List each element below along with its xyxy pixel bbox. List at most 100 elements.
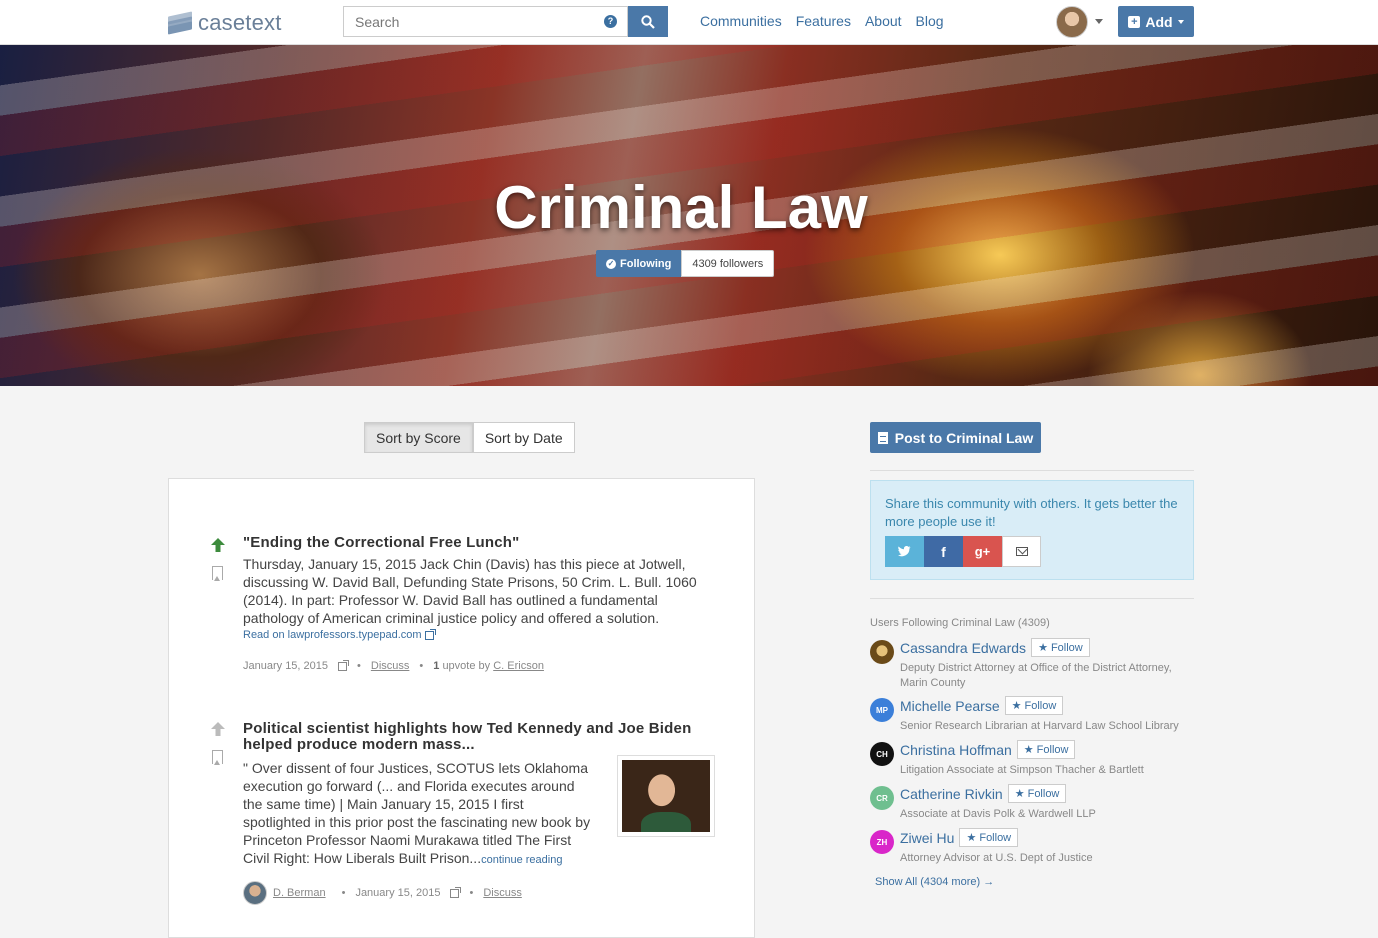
sort-by-score-button[interactable]: Sort by Score [364, 422, 473, 453]
star-icon: ★ [1023, 744, 1034, 756]
discuss-link[interactable]: Discuss [371, 660, 410, 672]
divider [870, 470, 1194, 471]
post-feed: "Ending the Correctional Free Lunch" Thu… [168, 478, 755, 938]
email-icon [1015, 547, 1028, 556]
follower-name[interactable]: Catherine Rivkin [900, 786, 1003, 802]
follow-button[interactable]: ★ Follow [1016, 740, 1076, 759]
follower-initials: CR [876, 793, 888, 803]
meta-separator: • [357, 660, 361, 672]
discuss-link[interactable]: Discuss [483, 887, 522, 899]
post-meta: January 15, 2015 • Discuss • 1 upvote by… [243, 659, 718, 672]
sort-toggle: Sort by Score Sort by Date [364, 422, 575, 453]
follow-button[interactable]: ★ Follow [1031, 638, 1090, 657]
follower-description: Deputy District Attorney at Office of th… [900, 662, 1172, 689]
following-button[interactable]: ✓ Following [596, 250, 682, 277]
meta-separator: • [469, 887, 474, 899]
nav-features[interactable]: Features [796, 13, 851, 29]
share-google-plus-button[interactable]: g+ [963, 536, 1002, 567]
upvoter-link[interactable]: C. Ericson [493, 660, 544, 672]
following-label: Following [620, 257, 672, 270]
document-icon [877, 431, 888, 444]
search-button[interactable] [628, 6, 668, 37]
post-to-community-label: Post to Criminal Law [894, 429, 1034, 446]
nav-about[interactable]: About [865, 13, 902, 29]
follower-name[interactable]: Michelle Pearse [900, 698, 1000, 714]
follower-name-row: Christina Hoffman ★ Follow [900, 740, 1076, 759]
help-icon[interactable]: ? [604, 15, 617, 28]
upvote-arrow-icon[interactable] [209, 721, 227, 737]
share-panel: Share this community with others. It get… [870, 480, 1194, 580]
follow-button[interactable]: ★ Follow [1007, 784, 1067, 803]
external-link-icon[interactable] [338, 659, 350, 671]
post-date: January 15, 2015 [243, 660, 329, 672]
share-message: Share this community with others. It get… [885, 496, 1178, 529]
continue-reading-link[interactable]: continue reading [481, 854, 562, 866]
follower-initials: CH [876, 749, 888, 759]
post-excerpt: " Over dissent of four Justices, SCOTUS … [243, 759, 593, 869]
follower-description: Attorney Advisor at U.S. Dept of Justice [900, 852, 1093, 864]
nav-blog[interactable]: Blog [916, 13, 944, 29]
twitter-icon [898, 546, 911, 557]
follower-avatar[interactable]: ZH [870, 830, 894, 854]
chevron-down-icon [1177, 19, 1184, 24]
upvote-by-label: upvote by [442, 660, 491, 672]
author-link[interactable]: D. Berman [273, 887, 326, 899]
post-to-community-button[interactable]: Post to Criminal Law [870, 422, 1041, 453]
search-input[interactable] [344, 7, 627, 36]
meta-separator: • [419, 660, 424, 672]
meta-separator: • [341, 887, 346, 899]
upvote-arrow-icon[interactable] [209, 537, 227, 553]
show-all-followers-link[interactable]: Show All (4304 more) → [875, 876, 994, 888]
plus-icon: + [1128, 15, 1141, 28]
star-icon: ★ [1014, 788, 1025, 800]
follower-description: Associate at Davis Polk & Wardwell LLP [900, 808, 1096, 820]
read-source-label: Read on lawprofessors.typepad.com [243, 629, 422, 641]
read-source-link[interactable]: Read on lawprofessors.typepad.com [243, 628, 718, 641]
post-title[interactable]: "Ending the Correctional Free Lunch" [243, 535, 718, 551]
post-thumbnail[interactable] [617, 755, 715, 837]
follow-button[interactable]: ★ Follow [959, 828, 1019, 847]
casetext-logo[interactable]: casetext [168, 10, 282, 36]
follower-avatar[interactable]: CH [870, 742, 894, 766]
follow-button-label: Follow [1036, 743, 1069, 756]
follower-description: Litigation Associate at Simpson Thacher … [900, 764, 1144, 776]
sort-by-date-button[interactable]: Sort by Date [472, 422, 575, 453]
bookmark-icon[interactable] [212, 750, 223, 765]
upvote-count: 1 [433, 660, 440, 672]
follower-name[interactable]: Christina Hoffman [900, 742, 1012, 758]
follower-avatar[interactable]: MP [870, 698, 894, 722]
follower-name[interactable]: Ziwei Hu [900, 830, 954, 846]
author-avatar[interactable] [243, 881, 267, 905]
follower-avatar[interactable]: CR [870, 786, 894, 810]
main-nav: Communities Features About Blog [700, 13, 944, 29]
follower-initials: ZH [876, 837, 888, 847]
star-icon: ★ [966, 832, 977, 844]
external-link-icon[interactable] [450, 886, 462, 898]
user-avatar[interactable] [1056, 6, 1088, 38]
nav-communities[interactable]: Communities [700, 13, 782, 29]
share-twitter-button[interactable] [885, 536, 924, 567]
post-excerpt: Thursday, January 15, 2015 Jack Chin (Da… [243, 556, 697, 626]
facebook-icon: f [941, 543, 946, 560]
add-button-label: Add [1145, 13, 1173, 30]
external-link-icon [424, 628, 436, 640]
follow-group: ✓ Following 4309 followers [596, 250, 775, 277]
upvote-summary: 1 upvote by C. Ericson [433, 660, 544, 672]
chevron-down-icon[interactable] [1095, 19, 1103, 24]
follow-button-label: Follow [979, 831, 1012, 844]
followers-count[interactable]: 4309 followers [681, 250, 775, 277]
follow-button[interactable]: ★ Follow [1004, 696, 1064, 715]
post-thumbnail-image [622, 760, 710, 832]
share-email-button[interactable] [1002, 536, 1041, 567]
google-plus-icon: g+ [974, 544, 991, 559]
post-title[interactable]: Political scientist highlights how Ted K… [243, 721, 718, 753]
follower-name-row: Catherine Rivkin ★ Follow [900, 784, 1067, 803]
divider [870, 598, 1194, 599]
bookmark-icon[interactable] [212, 566, 223, 581]
share-facebook-button[interactable]: f [924, 536, 963, 567]
add-button[interactable]: + Add [1118, 6, 1194, 37]
follower-avatar[interactable] [870, 640, 894, 664]
follower-name[interactable]: Cassandra Edwards [900, 640, 1026, 656]
follower-name-row: Ziwei Hu ★ Follow [900, 828, 1019, 847]
top-navbar: casetext ? Communities Features About Bl… [0, 0, 1378, 45]
